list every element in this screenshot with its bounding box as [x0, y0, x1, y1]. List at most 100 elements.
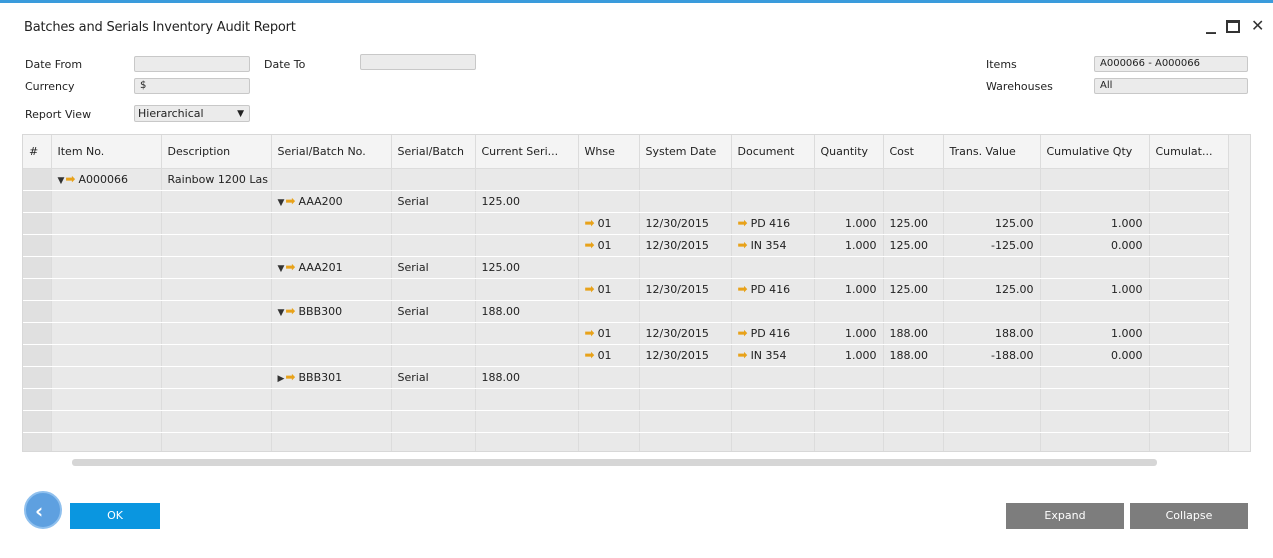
link-arrow-icon[interactable]: ➡ [738, 238, 748, 252]
link-arrow-icon[interactable]: ➡ [65, 172, 75, 186]
whse-value: 01 [597, 349, 612, 362]
collapse-button[interactable]: Collapse [1130, 503, 1248, 529]
table-row[interactable]: ➡ 01 12/30/2015 ➡ PD 416 1.000 188.00 188.00 1.0… [23, 322, 1229, 345]
column-header[interactable]: Serial/Batch [391, 135, 476, 169]
doc-cell[interactable]: ➡ PD 416 [731, 322, 815, 345]
column-header[interactable]: Current Seri... [475, 135, 579, 169]
report-view-select[interactable]: Hierarchical ▼ [134, 105, 250, 122]
column-header[interactable]: Whse [578, 135, 640, 169]
sb-cell[interactable]: ▶➡ BBB301 [271, 366, 392, 389]
currency-field[interactable]: $ [134, 78, 250, 94]
ok-button[interactable]: OK [70, 503, 160, 529]
row-number-cell[interactable] [23, 388, 52, 411]
cost-cell: 125.00 [883, 212, 944, 235]
qty-cell: 1.000 [814, 234, 884, 257]
sb-cell[interactable]: ▼➡ BBB300 [271, 300, 392, 323]
desc-cell [161, 366, 272, 389]
link-arrow-icon[interactable]: ➡ [585, 238, 595, 252]
link-arrow-icon[interactable]: ➡ [585, 348, 595, 362]
expanded-triangle-icon[interactable]: ▼ [278, 264, 285, 274]
row-number-cell[interactable] [23, 300, 52, 323]
sbtype-cell [391, 322, 476, 345]
column-header[interactable]: Cost [883, 135, 944, 169]
close-icon[interactable]: ✕ [1251, 16, 1264, 35]
link-arrow-icon[interactable]: ➡ [738, 348, 748, 362]
whse-cell[interactable]: ➡ 01 [578, 234, 640, 257]
cost-cell [883, 410, 944, 433]
cq-cell [1040, 190, 1150, 213]
link-arrow-icon[interactable]: ➡ [738, 216, 748, 230]
row-number-cell[interactable] [23, 278, 52, 301]
date-from-field[interactable] [134, 56, 250, 72]
expanded-triangle-icon[interactable]: ▼ [278, 308, 285, 318]
column-header[interactable]: System Date [639, 135, 732, 169]
expand-button[interactable]: Expand [1006, 503, 1124, 529]
column-header[interactable]: # [23, 135, 52, 169]
table-row[interactable]: ➡ 01 12/30/2015 ➡ IN 354 1.000 188.00 -188.00 0.… [23, 344, 1229, 367]
column-header[interactable]: Trans. Value [943, 135, 1041, 169]
link-arrow-icon[interactable]: ➡ [585, 216, 595, 230]
doc-cell[interactable]: ➡ IN 354 [731, 234, 815, 257]
link-arrow-icon[interactable]: ➡ [585, 282, 595, 296]
items-field[interactable]: A000066 - A000066 [1094, 56, 1248, 72]
row-number-cell[interactable] [23, 344, 52, 367]
cur-cell [475, 322, 579, 345]
audit-grid[interactable]: # Item No. Description Serial/Batch No. Seri… [22, 134, 1251, 452]
link-arrow-icon[interactable]: ➡ [285, 304, 295, 318]
row-number-cell[interactable] [23, 168, 52, 191]
table-row[interactable]: ➡ 01 12/30/2015 ➡ IN 354 1.000 125.00 -125.00 0.… [23, 234, 1229, 257]
minimize-icon[interactable]: _ [1206, 10, 1216, 34]
column-header[interactable]: Quantity [814, 135, 884, 169]
doc-cell[interactable]: ➡ IN 354 [731, 344, 815, 367]
item-cell[interactable]: ▼➡ A000066 [51, 168, 162, 191]
row-number-cell[interactable] [23, 256, 52, 279]
table-row[interactable]: ▼➡ A000066 Rainbow 1200 Las [23, 168, 1229, 191]
whse-cell[interactable]: ➡ 01 [578, 278, 640, 301]
desc-cell: Rainbow 1200 Las [161, 168, 272, 191]
row-number-cell[interactable] [23, 212, 52, 235]
whse-cell[interactable]: ➡ 01 [578, 344, 640, 367]
link-arrow-icon[interactable]: ➡ [585, 326, 595, 340]
row-number-cell[interactable] [23, 410, 52, 433]
row-number-cell[interactable] [23, 322, 52, 345]
doc-cell[interactable]: ➡ PD 416 [731, 212, 815, 235]
table-row[interactable]: ➡ 01 12/30/2015 ➡ PD 416 1.000 125.00 125.00 1.0… [23, 212, 1229, 235]
link-arrow-icon[interactable]: ➡ [285, 194, 295, 208]
column-header[interactable]: Serial/Batch No. [271, 135, 392, 169]
column-header[interactable]: Item No. [51, 135, 162, 169]
horizontal-scrollbar[interactable] [72, 459, 1157, 466]
row-number-cell[interactable] [23, 432, 52, 451]
link-arrow-icon[interactable]: ➡ [285, 370, 295, 384]
link-arrow-icon[interactable]: ➡ [738, 326, 748, 340]
link-arrow-icon[interactable]: ➡ [285, 260, 295, 274]
link-arrow-icon[interactable]: ➡ [738, 282, 748, 296]
warehouses-field[interactable]: All [1094, 78, 1248, 94]
column-header[interactable]: Description [161, 135, 272, 169]
table-row[interactable]: ▼➡ AAA201 Serial 125.00 [23, 256, 1229, 279]
column-header[interactable]: Cumulat... [1149, 135, 1229, 169]
row-number-cell[interactable] [23, 366, 52, 389]
doc-cell[interactable]: ➡ PD 416 [731, 278, 815, 301]
table-row[interactable] [23, 432, 1229, 451]
row-number-cell[interactable] [23, 234, 52, 257]
date-cell [639, 256, 732, 279]
expanded-triangle-icon[interactable]: ▼ [278, 198, 285, 208]
back-button[interactable]: ‹ [24, 491, 62, 529]
row-number-cell[interactable] [23, 190, 52, 213]
table-row[interactable]: ➡ 01 12/30/2015 ➡ PD 416 1.000 125.00 125.00 1.0… [23, 278, 1229, 301]
collapsed-triangle-icon[interactable]: ▶ [278, 374, 285, 384]
table-row[interactable]: ▼➡ AAA200 Serial 125.00 [23, 190, 1229, 213]
table-row[interactable]: ▶➡ BBB301 Serial 188.00 [23, 366, 1229, 389]
column-header[interactable]: Cumulative Qty [1040, 135, 1150, 169]
table-row[interactable] [23, 388, 1229, 411]
whse-cell[interactable]: ➡ 01 [578, 322, 640, 345]
whse-cell[interactable]: ➡ 01 [578, 212, 640, 235]
column-header[interactable]: Document [731, 135, 815, 169]
table-row[interactable] [23, 410, 1229, 433]
table-row[interactable]: ▼➡ BBB300 Serial 188.00 [23, 300, 1229, 323]
sb-cell[interactable]: ▼➡ AAA201 [271, 256, 392, 279]
maximize-icon[interactable] [1226, 20, 1240, 33]
sb-cell[interactable]: ▼➡ AAA200 [271, 190, 392, 213]
date-to-field[interactable] [360, 54, 476, 70]
expanded-triangle-icon[interactable]: ▼ [58, 176, 65, 186]
